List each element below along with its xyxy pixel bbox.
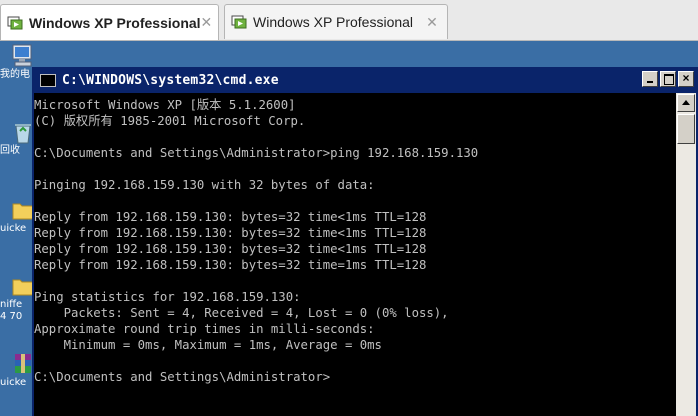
tab-windows-xp[interactable]: Windows XP Professional ✕ xyxy=(224,4,448,39)
desktop-icon-my-computer[interactable]: 我的电 xyxy=(0,43,36,81)
maximize-button[interactable] xyxy=(660,71,676,87)
window-title: C:\WINDOWS\system32\cmd.exe xyxy=(62,72,279,88)
vm-tab-bar: Windows XP Professional ✕ Windows XP Pro… xyxy=(0,0,698,41)
desktop-icon-label: uicke xyxy=(0,223,27,234)
console-line: Reply from 192.168.159.130: bytes=32 tim… xyxy=(34,226,427,240)
vm-icon xyxy=(231,15,247,29)
vertical-scrollbar[interactable] xyxy=(676,93,696,416)
cmd-window: C:\WINDOWS\system32\cmd.exe × Microsoft … xyxy=(32,67,698,416)
console-line: (C) 版权所有 1985-2001 Microsoft Corp. xyxy=(34,114,306,128)
console-line: Packets: Sent = 4, Received = 4, Lost = … xyxy=(34,306,449,320)
tab-label: Windows XP Professional xyxy=(29,14,201,31)
desktop-icon-label: uicke xyxy=(0,377,27,388)
desktop-icon-label: niffe 4 70 xyxy=(0,299,23,322)
desktop-icon-label: 我的电 xyxy=(0,69,30,80)
desktop-icon-folder[interactable]: uicke xyxy=(0,197,36,235)
tab-label: Windows XP Professional xyxy=(253,14,414,30)
desktop-icon-recycle-bin[interactable]: 回收 xyxy=(0,119,36,157)
console-output[interactable]: Microsoft Windows XP [版本 5.1.2600] (C) 版权… xyxy=(34,93,676,416)
console-line: C:\Documents and Settings\Administrator>… xyxy=(34,146,479,160)
desktop-icon-label: 回收 xyxy=(0,145,20,156)
my-computer-icon xyxy=(10,43,36,69)
vm-icon xyxy=(7,16,23,30)
console-line: Reply from 192.168.159.130: bytes=32 tim… xyxy=(34,210,427,224)
console-line: Approximate round trip times in milli-se… xyxy=(34,322,375,336)
scroll-thumb[interactable] xyxy=(677,114,695,144)
console-line: Microsoft Windows XP [版本 5.1.2600] xyxy=(34,98,296,112)
close-icon[interactable]: ✕ xyxy=(201,14,213,31)
command-prompt: C:\Documents and Settings\Administrator> xyxy=(34,370,331,384)
console-line: Reply from 192.168.159.130: bytes=32 tim… xyxy=(34,242,427,256)
desktop-icon-archive[interactable]: uicke xyxy=(0,351,36,389)
console-line: Reply from 192.168.159.130: bytes=32 tim… xyxy=(34,258,427,272)
scroll-up-button[interactable] xyxy=(677,94,695,112)
close-button[interactable]: × xyxy=(678,71,694,87)
cmd-app-icon[interactable] xyxy=(40,73,56,87)
cmd-titlebar[interactable]: C:\WINDOWS\system32\cmd.exe × xyxy=(32,67,698,93)
console-line: Pinging 192.168.159.130 with 32 bytes of… xyxy=(34,178,375,192)
console-line: Minimum = 0ms, Maximum = 1ms, Average = … xyxy=(34,338,382,352)
close-icon[interactable]: ✕ xyxy=(423,14,441,31)
minimize-button[interactable] xyxy=(642,71,658,87)
tab-windows-xp-active[interactable]: Windows XP Professional ✕ xyxy=(0,4,219,40)
desktop-icon-folder[interactable]: niffe 4 70 xyxy=(0,273,36,323)
console-line: Ping statistics for 192.168.159.130: xyxy=(34,290,301,304)
